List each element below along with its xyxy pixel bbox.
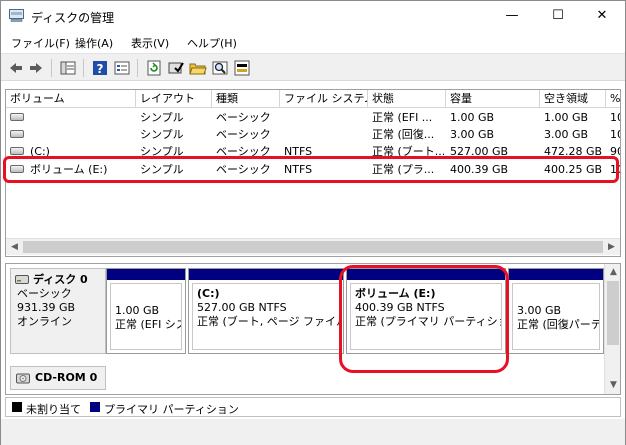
column-header-percent[interactable]: % [606, 90, 620, 108]
column-header-capacity[interactable]: 容量 [446, 90, 540, 108]
table-row[interactable]: シンプル ベーシック 正常 (EFI ... 1.00 GB 1.00 GB 1… [6, 109, 620, 126]
vertical-scroll-thumb[interactable] [607, 281, 619, 345]
help-icon[interactable]: ? [91, 59, 109, 77]
legend-bar: 未割り当て プライマリ パーティション [5, 397, 621, 417]
vertical-scrollbar[interactable]: ▲ ▼ [604, 264, 620, 394]
disk-0-state: オンライン [17, 315, 72, 328]
menu-action[interactable]: 操作(A) [75, 35, 113, 51]
horizontal-scroll-thumb[interactable] [23, 241, 603, 253]
svg-text:?: ? [97, 62, 104, 76]
legend-unallocated: 未割り当て [26, 403, 81, 416]
disk-0-name: ディスク 0 [33, 273, 88, 286]
scroll-left-arrow-icon[interactable]: ◀ [6, 239, 23, 256]
settings-disk-icon[interactable] [233, 59, 251, 77]
volume-disk-icon [10, 130, 24, 138]
open-folder-icon[interactable] [189, 59, 207, 77]
unallocated-swatch [12, 402, 22, 412]
disk-management-icon [9, 9, 24, 22]
column-header-type[interactable]: 種類 [212, 90, 280, 108]
scroll-down-arrow-icon[interactable]: ▼ [605, 377, 620, 394]
close-button[interactable]: ✕ [579, 1, 625, 31]
disk-drive-icon [15, 275, 29, 284]
menu-help[interactable]: ヘルプ(H) [187, 35, 237, 51]
scroll-right-arrow-icon[interactable]: ▶ [603, 239, 620, 256]
title-bar: ディスクの管理 — ☐ ✕ [1, 1, 625, 31]
menu-file[interactable]: ファイル(F) [11, 35, 70, 51]
legend-primary-partition: プライマリ パーティション [104, 403, 239, 416]
partition-efi[interactable]: 1.00 GB 正常 (EFI シス [106, 268, 186, 354]
horizontal-scrollbar[interactable]: ◀ ▶ [6, 238, 620, 255]
maximize-button[interactable]: ☐ [535, 1, 581, 31]
console-tree-icon[interactable] [59, 59, 77, 77]
row-highlight-annotation [3, 156, 619, 183]
cdrom-0-name: CD-ROM 0 [35, 371, 98, 384]
table-row[interactable]: シンプル ベーシック 正常 (回復... 3.00 GB 3.00 GB 10 [6, 126, 620, 143]
menu-view[interactable]: 表示(V) [131, 35, 169, 51]
check-disk-icon[interactable] [167, 59, 185, 77]
scroll-up-arrow-icon[interactable]: ▲ [605, 264, 620, 281]
column-header-filesystem[interactable]: ファイル システム [280, 90, 368, 108]
volume-disk-icon [10, 147, 24, 155]
disk-map-pane: ディスク 0 ベーシック 931.39 GB オンライン 1.00 GB 正常 … [5, 263, 621, 395]
disk-0-type: ベーシック [17, 287, 72, 300]
minimize-button[interactable]: — [489, 1, 535, 31]
disk-0-size: 931.39 GB [17, 301, 76, 314]
column-header-free-space[interactable]: 空き領域 [540, 90, 606, 108]
partition-highlight-annotation [339, 265, 509, 373]
partition-c[interactable]: (C:) 527.00 GB NTFS 正常 (ブート, ページ ファイル, ク [188, 268, 344, 354]
properties-list-icon[interactable] [113, 59, 131, 77]
back-arrow-icon[interactable] [7, 59, 25, 77]
column-header-layout[interactable]: レイアウト [136, 90, 212, 108]
cdrom-drive-icon [16, 373, 30, 384]
refresh-icon[interactable] [145, 59, 163, 77]
disk-0-label[interactable]: ディスク 0 ベーシック 931.39 GB オンライン [10, 268, 106, 354]
partition-recovery[interactable]: 3.00 GB 正常 (回復パーテ [508, 268, 604, 354]
search-disk-icon[interactable] [211, 59, 229, 77]
column-header-volume[interactable]: ボリューム [6, 90, 136, 108]
disk-management-window: ディスクの管理 — ☐ ✕ ファイル(F) 操作(A) 表示(V) ヘルプ(H)… [0, 0, 626, 445]
forward-arrow-icon[interactable] [27, 59, 45, 77]
volume-disk-icon [10, 113, 24, 121]
status-bar [1, 419, 625, 445]
menu-bar: ファイル(F) 操作(A) 表示(V) ヘルプ(H) [1, 31, 625, 53]
cdrom-0-label[interactable]: CD-ROM 0 [10, 366, 106, 390]
toolbar: ? [1, 53, 625, 81]
window-title: ディスクの管理 [31, 11, 115, 25]
primary-partition-swatch [90, 402, 100, 412]
column-header-status[interactable]: 状態 [368, 90, 446, 108]
